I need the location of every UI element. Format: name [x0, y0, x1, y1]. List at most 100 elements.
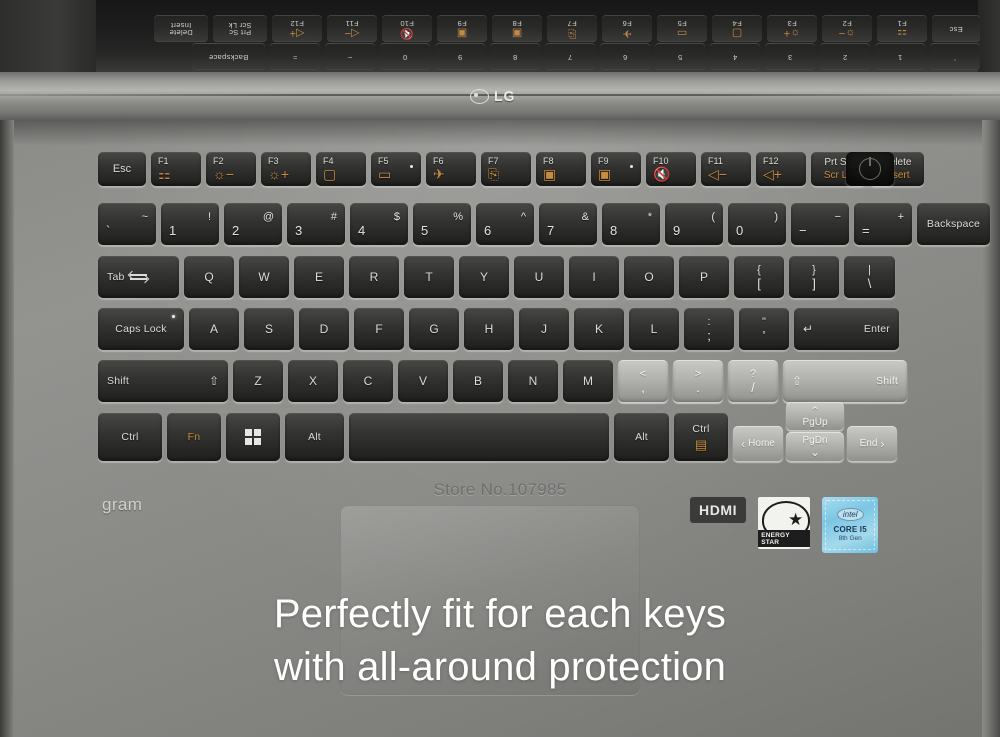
key-m[interactable]: M	[563, 360, 613, 402]
key-x[interactable]: X	[288, 360, 338, 402]
reflected-key: ◁− F11	[327, 16, 377, 42]
key-minus[interactable]: − −	[791, 203, 849, 245]
power-button[interactable]	[846, 152, 894, 186]
key-l[interactable]: L	[629, 308, 679, 350]
key-base-legend: /	[751, 379, 755, 395]
key-period[interactable]: >.	[673, 360, 723, 402]
f12[interactable]: F12 ◁+	[756, 152, 806, 186]
key-0[interactable]: ) 0	[728, 203, 786, 245]
key-backslash[interactable]: | \	[844, 256, 895, 298]
key-j[interactable]: J	[519, 308, 569, 350]
key-6[interactable]: ^ 6	[476, 203, 534, 245]
f3[interactable]: F3 ☼+	[261, 152, 311, 186]
key-label: K	[594, 322, 603, 336]
f2[interactable]: F2 ☼−	[206, 152, 256, 186]
space-bar[interactable]	[349, 413, 609, 461]
key-8[interactable]: * 8	[602, 203, 660, 245]
key-2[interactable]: @2	[224, 203, 282, 245]
shift-right[interactable]: ⇧ Shift	[783, 360, 907, 402]
key-u[interactable]: U	[514, 256, 564, 298]
key-a[interactable]: A	[189, 308, 239, 350]
alt-left[interactable]: Alt	[285, 413, 344, 461]
key-t[interactable]: T	[404, 256, 454, 298]
indicator-dot-icon	[410, 165, 413, 168]
key-fn-number: F4	[323, 156, 334, 166]
key-i[interactable]: I	[569, 256, 619, 298]
key-b[interactable]: B	[453, 360, 503, 402]
reflected-key-label: F7	[567, 19, 577, 29]
key-v[interactable]: V	[398, 360, 448, 402]
key-o[interactable]: O	[624, 256, 674, 298]
f4[interactable]: F4 ▢	[316, 152, 366, 186]
key-bracket-left[interactable]: {[	[734, 256, 784, 298]
key-f[interactable]: F	[354, 308, 404, 350]
key-5[interactable]: % 5	[413, 203, 471, 245]
key-bracket-right[interactable]: }]	[789, 256, 839, 298]
key-w[interactable]: W	[239, 256, 289, 298]
windows[interactable]	[226, 413, 280, 461]
brightness-down-icon: ☼−	[838, 27, 856, 40]
key-g[interactable]: G	[409, 308, 459, 350]
key-label: I	[592, 270, 596, 284]
key-y[interactable]: Y	[459, 256, 509, 298]
reflected-key-label: 9	[457, 52, 463, 62]
reflected-key-label: F3	[787, 19, 797, 29]
f1[interactable]: F1 ⚏	[151, 152, 201, 186]
key-3[interactable]: #3	[287, 203, 345, 245]
esc[interactable]: Esc	[98, 152, 146, 186]
key-z[interactable]: Z	[233, 360, 283, 402]
key-fn-number: F2	[213, 156, 224, 166]
arrow-down-pgdn[interactable]: ⌄ PgDn	[786, 432, 844, 461]
backspace[interactable]: Backspace	[917, 203, 990, 245]
key-e[interactable]: E	[294, 256, 344, 298]
key-label: Backspace	[926, 218, 981, 230]
key-4[interactable]: $4	[350, 203, 408, 245]
key-1[interactable]: ! 1	[161, 203, 219, 245]
f10[interactable]: F10 🔇	[646, 152, 696, 186]
f8[interactable]: F8 ▣	[536, 152, 586, 186]
f6[interactable]: F6 ✈	[426, 152, 476, 186]
ctrl-right[interactable]: Ctrl ▤	[674, 413, 728, 461]
enter[interactable]: ↵ Enter	[794, 308, 899, 350]
tab[interactable]: Tab	[98, 256, 179, 298]
volume-up-icon: ◁+	[289, 27, 305, 40]
key-c[interactable]: C	[343, 360, 393, 402]
reflected-key-label: F11	[345, 19, 359, 29]
f11[interactable]: F11 ◁−	[701, 152, 751, 186]
f9[interactable]: F9 ▣	[591, 152, 641, 186]
key-d[interactable]: D	[299, 308, 349, 350]
key-7[interactable]: & 7	[539, 203, 597, 245]
key-k[interactable]: K	[574, 308, 624, 350]
key-r[interactable]: R	[349, 256, 399, 298]
key-9[interactable]: (9	[665, 203, 723, 245]
f5[interactable]: F5 ▭	[371, 152, 421, 186]
caps-lock[interactable]: Caps Lock	[98, 308, 184, 350]
key-label: J	[541, 322, 547, 336]
f7[interactable]: F7 ⎘	[481, 152, 531, 186]
overlay-line-1: Perfectly fit for each keys	[273, 592, 727, 636]
key-comma[interactable]: <,	[618, 360, 668, 402]
fn[interactable]: Fn	[167, 413, 221, 461]
alt-right[interactable]: Alt	[614, 413, 669, 461]
reflected-key: 🔇 F10	[382, 16, 432, 42]
arrow-up-pgup[interactable]: ⌃ PgUp	[786, 402, 844, 430]
ctrl-left[interactable]: Ctrl	[98, 413, 162, 461]
key-q[interactable]: Q	[184, 256, 234, 298]
key-slash[interactable]: ? /	[728, 360, 778, 402]
reflected-key-label: Esc	[949, 24, 963, 34]
key-fn-number: F5	[378, 156, 389, 166]
key-semicolon[interactable]: :;	[684, 308, 734, 350]
key-quote[interactable]: " '	[739, 308, 789, 350]
shift-left[interactable]: Shift ⇧	[98, 360, 228, 402]
arrow-left-home[interactable]: ‹ Home	[733, 426, 783, 461]
arrow-right-end[interactable]: End ›	[847, 426, 897, 461]
key-n[interactable]: N	[508, 360, 558, 402]
key-backtick[interactable]: ~ `	[98, 203, 156, 245]
key-h[interactable]: H	[464, 308, 514, 350]
key-p[interactable]: P	[679, 256, 729, 298]
key-equal[interactable]: + =	[854, 203, 912, 245]
energy-star-badge: ★ ENERGY STAR	[758, 497, 811, 549]
keyboard-backlight-icon: ▣	[543, 166, 557, 182]
key-label: B	[473, 374, 482, 388]
key-s[interactable]: S	[244, 308, 294, 350]
